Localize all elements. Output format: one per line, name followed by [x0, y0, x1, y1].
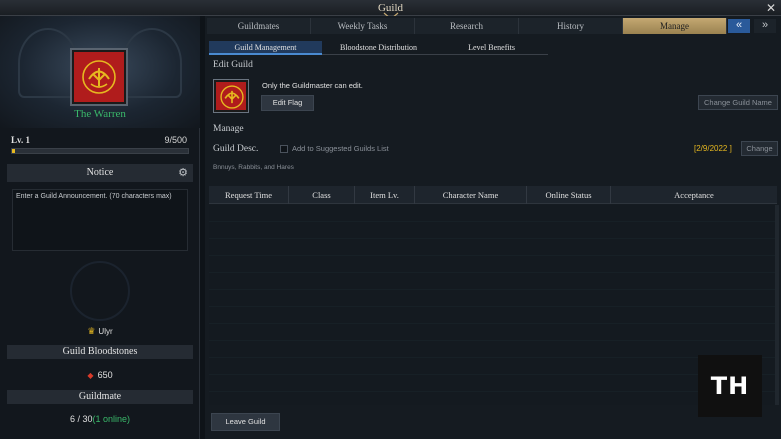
gear-icon[interactable]: ⚙ [178, 164, 188, 182]
crown-icon: ♛ [87, 326, 96, 336]
bloodstone-icon: ◆ [87, 371, 94, 380]
main-tabs: Guildmates Weekly Tasks Research History… [207, 18, 727, 34]
notice-input[interactable]: Enter a Guild Announcement. (70 characte… [12, 189, 188, 251]
guild-flag [72, 50, 126, 104]
tab-manage[interactable]: Manage [623, 18, 727, 34]
col-online-status[interactable]: Online Status [527, 186, 611, 204]
guildmate-header: Guildmate [7, 390, 193, 404]
guild-leader-name: Ulyr [98, 327, 113, 336]
guild-leader: ♛ Ulyr [0, 326, 200, 337]
watermark-logo: TH [698, 355, 762, 417]
tab-weekly-tasks[interactable]: Weekly Tasks [311, 18, 415, 34]
bloodstones-value: 650 [97, 370, 113, 380]
manage-title: Manage [213, 124, 244, 134]
tab-guildmates[interactable]: Guildmates [207, 18, 311, 34]
col-item-level[interactable]: Item Lv. [355, 186, 415, 204]
change-desc-button[interactable]: Change [741, 141, 778, 156]
guild-exp-bar [11, 148, 189, 154]
nav-prev-button[interactable]: « [728, 19, 750, 33]
guild-level: Lv. 1 [11, 135, 31, 145]
notice-placeholder: Enter a Guild Announcement. (70 characte… [16, 193, 172, 200]
guild-exp-fill [12, 149, 16, 153]
sub-tabs: Guild Management Bloodstone Distribution… [209, 41, 548, 55]
laurel-emblem [70, 261, 130, 321]
crest-wing-right [122, 28, 182, 98]
table-scrollbar[interactable] [775, 205, 779, 405]
guild-exp-text: 9/500 [164, 135, 187, 145]
guildmate-count-row: 6 / 30(1 online) [0, 414, 200, 424]
tab-research[interactable]: Research [415, 18, 519, 34]
edit-guild-flag-preview [214, 80, 248, 112]
guild-name: The Warren [74, 108, 126, 120]
guild-sidebar: The Warren Lv. 1 9/500 Notice ⚙ Enter a … [0, 16, 200, 439]
edit-guild-title: Edit Guild [213, 60, 253, 70]
notice-title: Notice [86, 167, 114, 178]
guild-desc-date: [2/9/2022 ] [694, 144, 732, 153]
leave-guild-button[interactable]: Leave Guild [211, 413, 280, 431]
manage-panel: Guildmates Weekly Tasks Research History… [205, 16, 781, 439]
edit-flag-button[interactable]: Edit Flag [261, 95, 314, 111]
col-class[interactable]: Class [289, 186, 355, 204]
notice-header: Notice ⚙ [7, 164, 193, 182]
suggested-guilds-checkbox[interactable] [280, 145, 288, 153]
guild-desc-label: Guild Desc. [213, 144, 259, 154]
guild-desc-text: Bnnuys, Rabbits, and Hares [213, 164, 294, 171]
tab-history[interactable]: History [519, 18, 623, 34]
guild-crest-banner: The Warren [0, 16, 200, 128]
col-character-name[interactable]: Character Name [415, 186, 527, 204]
guildmaster-only-note: Only the Guildmaster can edit. [262, 81, 363, 90]
guild-flag-emblem [220, 85, 244, 109]
col-request-time[interactable]: Request Time [209, 186, 289, 204]
guild-flag-emblem [82, 60, 116, 94]
bloodstones-header: Guild Bloodstones [7, 345, 193, 359]
change-guild-name-button[interactable]: Change Guild Name [698, 95, 778, 110]
suggested-guilds-label: Add to Suggested Guilds List [292, 144, 389, 153]
subtab-bloodstone-distribution[interactable]: Bloodstone Distribution [322, 41, 435, 55]
subtab-level-benefits[interactable]: Level Benefits [435, 41, 548, 55]
applications-table-body [209, 205, 777, 405]
guildmate-count: 6 / 30 [69, 414, 93, 424]
guildmate-online: (1 online) [92, 414, 131, 424]
col-acceptance[interactable]: Acceptance [611, 186, 777, 204]
nav-next-button[interactable]: » [754, 19, 776, 33]
close-icon[interactable]: ✕ [766, 1, 776, 15]
subtab-guild-management[interactable]: Guild Management [209, 41, 322, 55]
applications-table-header: Request Time Class Item Lv. Character Na… [209, 186, 777, 204]
window-titlebar: Guild ✕ [0, 0, 781, 20]
crest-wing-left [18, 28, 78, 98]
bloodstones-value-row: ◆ 650 [0, 370, 200, 380]
